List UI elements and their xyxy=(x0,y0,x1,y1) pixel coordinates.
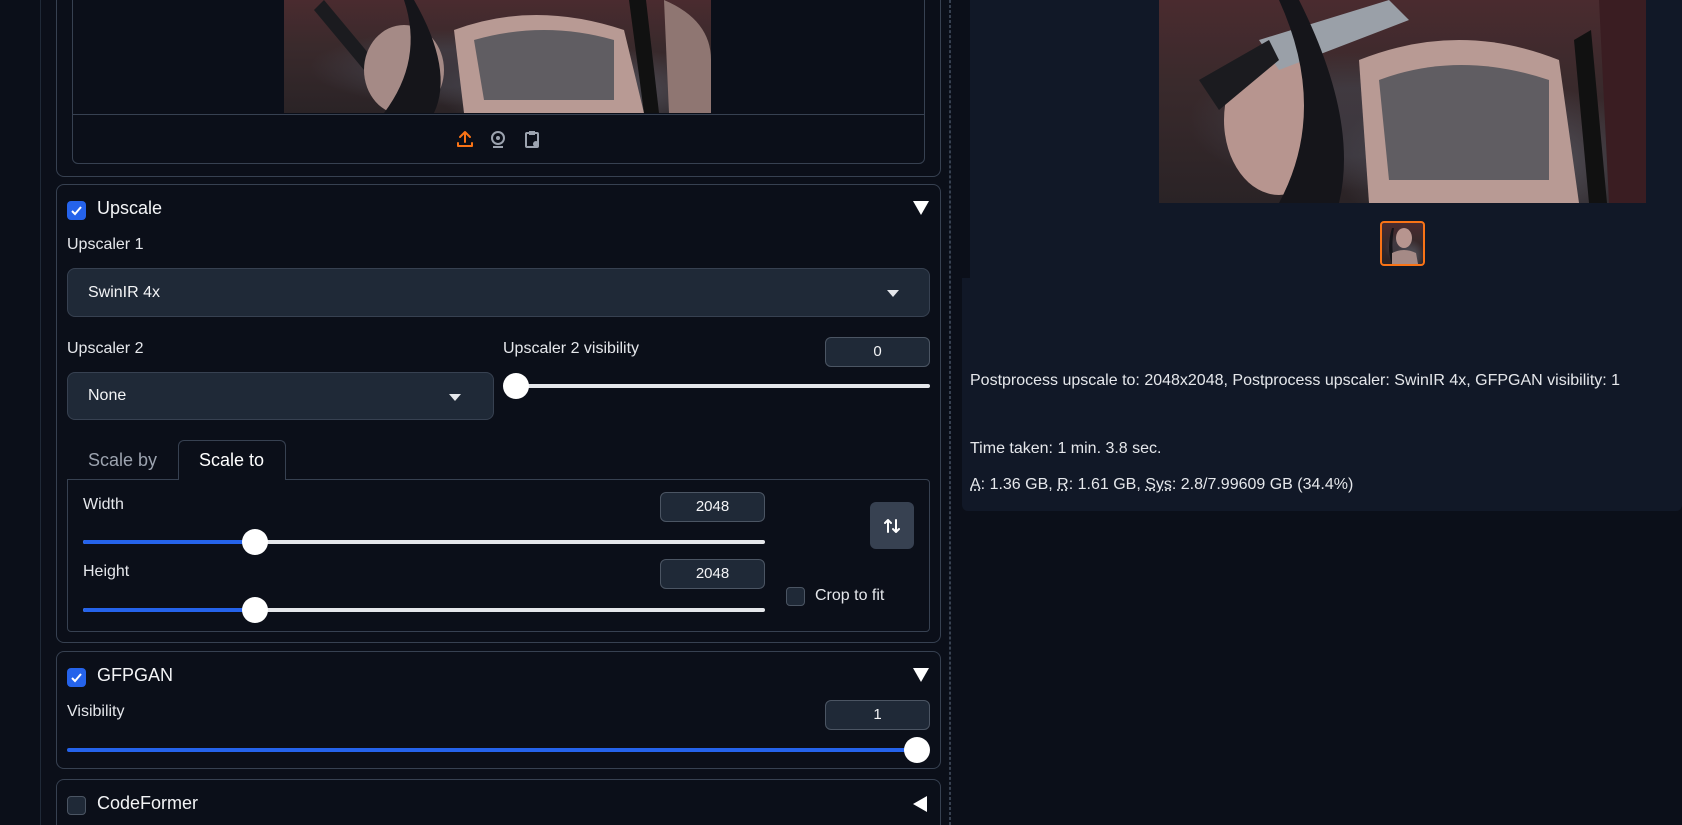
mem-sys-label: Sys xyxy=(1145,476,1172,493)
gfpgan-title[interactable]: GFPGAN xyxy=(97,665,173,686)
height-label: Height xyxy=(83,563,129,581)
crop-to-fit-checkbox[interactable] xyxy=(786,587,805,606)
width-input[interactable]: 2048 xyxy=(660,492,765,522)
collapse-arrow-down-icon[interactable] xyxy=(912,667,930,688)
tab-scale-by[interactable]: Scale by xyxy=(88,450,157,471)
gfpgan-visibility-label: Visibility xyxy=(67,703,125,721)
upscale-checkbox[interactable] xyxy=(67,201,86,220)
width-label: Width xyxy=(83,496,124,514)
memory-stats: A: 1.36 GB, R: 1.61 GB, Sys: 2.8/7.99609… xyxy=(970,476,1353,494)
height-slider-fill xyxy=(83,608,255,612)
gfpgan-visibility-track[interactable] xyxy=(67,748,918,752)
upscaler1-label: Upscaler 1 xyxy=(67,236,143,254)
codeformer-title[interactable]: CodeFormer xyxy=(97,793,198,814)
gfpgan-visibility-input[interactable]: 1 xyxy=(825,700,930,730)
upscaler1-value: SwinIR 4x xyxy=(88,284,160,302)
upload-toolbar-divider xyxy=(73,114,924,115)
width-slider-thumb[interactable] xyxy=(242,529,268,555)
height-slider-thumb[interactable] xyxy=(242,597,268,623)
source-image xyxy=(284,0,711,113)
generation-info-text: Postprocess upscale to: 2048x2048, Postp… xyxy=(970,372,1620,390)
output-image[interactable] xyxy=(1159,0,1646,203)
gfpgan-checkbox[interactable] xyxy=(67,668,86,687)
upscaler2-visibility-track[interactable] xyxy=(515,384,930,388)
upscaler2-value: None xyxy=(88,387,126,405)
swap-icon xyxy=(882,516,902,536)
upscaler2-visibility-label: Upscaler 2 visibility xyxy=(503,340,639,358)
chevron-down-icon xyxy=(887,290,899,298)
source-image-art xyxy=(284,0,711,113)
tab-underline-mask xyxy=(179,478,285,480)
clipboard-icon[interactable] xyxy=(521,128,543,150)
expand-arrow-left-icon[interactable] xyxy=(912,795,928,818)
crop-to-fit-label[interactable]: Crop to fit xyxy=(815,587,884,605)
upscaler2-label: Upscaler 2 xyxy=(67,340,143,358)
mem-a-value: : 1.36 GB, xyxy=(981,476,1057,493)
upscaler2-visibility-input[interactable]: 0 xyxy=(825,337,930,367)
swap-dimensions-button[interactable] xyxy=(870,502,914,549)
codeformer-checkbox[interactable] xyxy=(67,796,86,815)
mem-r-value: : 1.61 GB, xyxy=(1069,476,1145,493)
column-divider xyxy=(950,0,951,825)
collapse-arrow-down-icon[interactable] xyxy=(912,200,930,221)
upscaler2-select[interactable]: None xyxy=(67,372,494,420)
upscaler2-visibility-thumb[interactable] xyxy=(503,373,529,399)
tab-scale-to-label: Scale to xyxy=(199,450,264,471)
width-slider-fill xyxy=(83,540,255,544)
mem-sys-value: : 2.8/7.99609 GB (34.4%) xyxy=(1172,476,1353,493)
output-thumbnail[interactable] xyxy=(1380,221,1425,266)
upscale-title[interactable]: Upscale xyxy=(97,198,162,219)
chevron-down-icon xyxy=(449,394,461,402)
gfpgan-visibility-thumb[interactable] xyxy=(904,737,930,763)
mem-a-label: A xyxy=(970,476,981,493)
upscaler1-select[interactable]: SwinIR 4x xyxy=(67,268,930,317)
mem-r-label: R xyxy=(1057,476,1069,493)
height-input[interactable]: 2048 xyxy=(660,559,765,589)
webcam-icon[interactable] xyxy=(487,128,509,150)
output-image-art xyxy=(1159,0,1646,203)
tab-scale-to[interactable]: Scale to xyxy=(178,440,286,480)
time-taken-text: Time taken: 1 min. 3.8 sec. xyxy=(970,440,1161,458)
upload-icon[interactable] xyxy=(454,128,476,150)
